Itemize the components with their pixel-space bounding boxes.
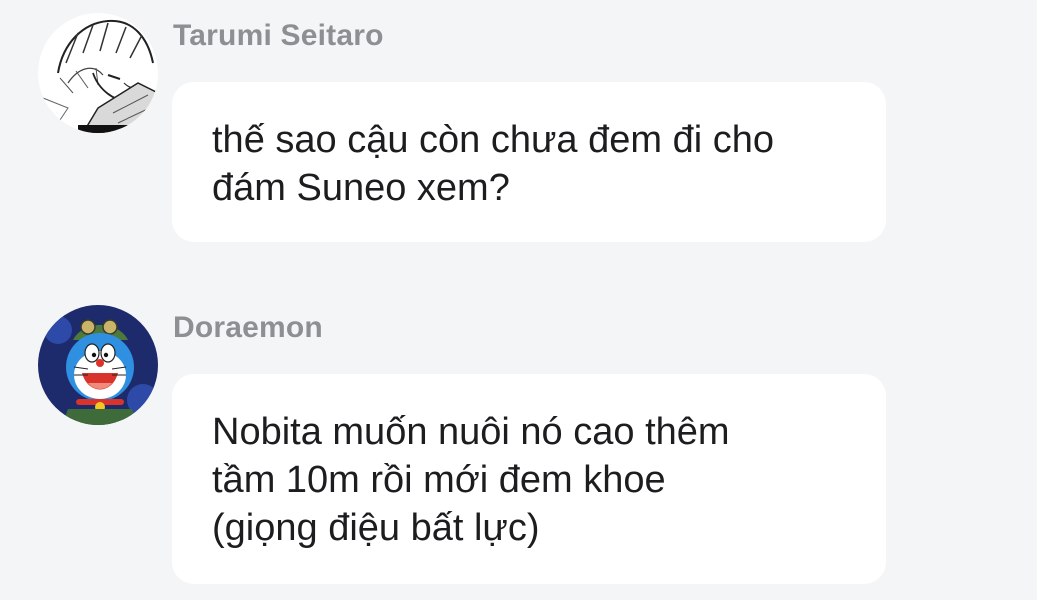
message-bubble[interactable]: Nobita muốn nuôi nó cao thêm tầm 10m rồi… (172, 374, 886, 584)
chat-message: Tarumi Seitaro thế sao cậu còn chưa đem … (0, 0, 1037, 250)
doraemon-avatar-icon[interactable] (38, 305, 158, 425)
manga-boy-avatar-icon[interactable] (38, 13, 158, 133)
message-text-line: thế sao cậu còn chưa đem đi cho (212, 119, 775, 161)
sender-name[interactable]: Doraemon (173, 311, 323, 345)
message-text-line: Nobita muốn nuôi nó cao thêm (212, 411, 730, 453)
chat-message: Doraemon Nobita muốn nuôi nó cao thêm tầ… (0, 292, 1037, 592)
message-text-line: đám Suneo xem? (212, 167, 510, 209)
message-text-line: (giọng điệu bất lực) (212, 507, 540, 549)
message-bubble[interactable]: thế sao cậu còn chưa đem đi cho đám Sune… (172, 82, 886, 242)
message-text-line: tầm 10m rồi mới đem khoe (212, 459, 666, 501)
sender-name[interactable]: Tarumi Seitaro (173, 19, 384, 53)
chat-thread: Tarumi Seitaro thế sao cậu còn chưa đem … (0, 0, 1037, 600)
